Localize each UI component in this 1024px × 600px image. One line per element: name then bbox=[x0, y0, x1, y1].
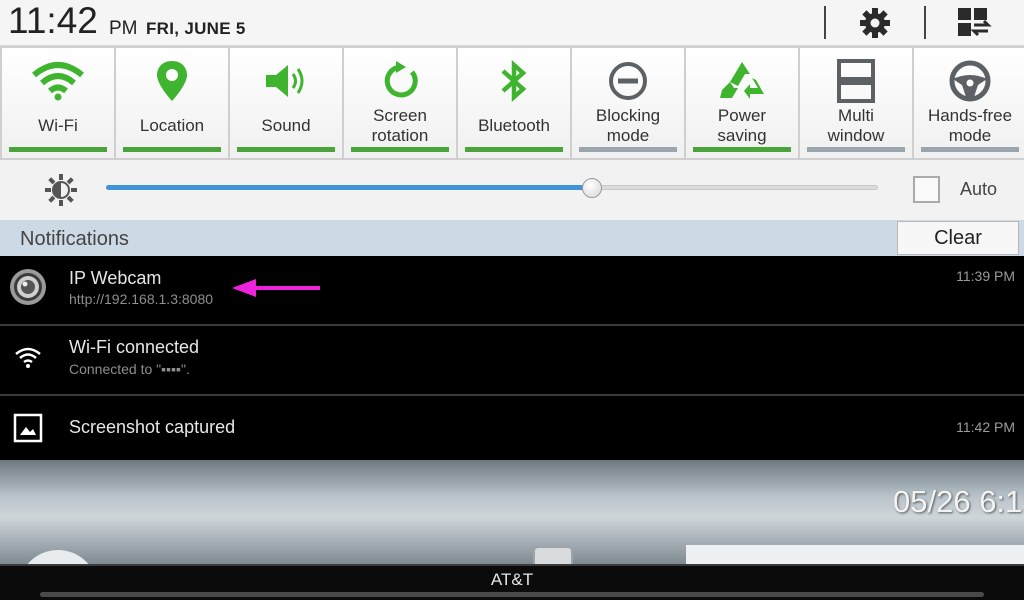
quick-toggle-blocking-mode[interactable]: Blocking mode bbox=[572, 48, 684, 158]
status-bar-indicator bbox=[465, 147, 563, 152]
background-icon bbox=[533, 546, 573, 564]
panel-drag-handle[interactable] bbox=[40, 592, 984, 597]
notification-subtitle: http://192.168.1.3:8080 bbox=[69, 291, 214, 307]
blocking-mode-icon bbox=[572, 58, 684, 104]
multi-window-icon bbox=[800, 58, 912, 104]
wifi-icon bbox=[8, 338, 48, 378]
status-bar-indicator bbox=[237, 147, 335, 152]
tile-label-line2: saving bbox=[717, 126, 767, 145]
multi-window-toggle-icon[interactable] bbox=[954, 4, 994, 42]
settings-gear-icon[interactable] bbox=[855, 4, 895, 42]
status-date: FRI, JUNE 5 bbox=[146, 19, 246, 38]
speaker-icon bbox=[230, 58, 342, 104]
status-bar: 11:42 PM FRI, JUNE 5 bbox=[0, 0, 1024, 46]
quick-toggle-screen-rotation[interactable]: Screen rotation bbox=[344, 48, 456, 158]
brightness-row bbox=[0, 160, 1024, 220]
carrier-bar: AT&T bbox=[0, 564, 1024, 600]
notification-wifi-connected[interactable]: Wi-Fi connected Connected to "▪▪▪▪". bbox=[0, 326, 1024, 394]
background-widget-panel bbox=[686, 545, 1024, 564]
brightness-sun-icon bbox=[44, 173, 78, 207]
carrier-name: AT&T bbox=[490, 570, 534, 589]
tile-label-line2: mode bbox=[606, 126, 650, 145]
auto-brightness-checkbox[interactable] bbox=[913, 176, 940, 203]
tile-label-line1: Power bbox=[717, 106, 767, 125]
tile-label: Sound bbox=[261, 116, 311, 135]
divider bbox=[824, 6, 826, 39]
tile-label: Location bbox=[139, 116, 205, 135]
steering-wheel-icon bbox=[914, 58, 1024, 104]
status-bar-indicator bbox=[693, 147, 791, 152]
auto-brightness-label[interactable]: Auto bbox=[960, 179, 997, 200]
clock-time: 11:42 bbox=[8, 0, 98, 41]
quick-toggle-location[interactable]: Location bbox=[116, 48, 228, 158]
notification-time: 11:39 PM bbox=[956, 268, 1015, 284]
tile-label-line2: window bbox=[827, 126, 885, 145]
tile-label-line1: Blocking bbox=[595, 106, 661, 125]
bluetooth-icon bbox=[458, 58, 570, 104]
status-bar-indicator bbox=[921, 147, 1019, 152]
notifications-header: Notifications bbox=[0, 220, 1024, 256]
clock-ampm: PM bbox=[109, 18, 138, 39]
quick-toggle-sound[interactable]: Sound bbox=[230, 48, 342, 158]
quick-toggle-hands-free[interactable]: Hands-free mode bbox=[914, 48, 1024, 158]
home-screen-background: 05/26 6:13 bbox=[0, 460, 1024, 564]
wallpaper-date-widget: 05/26 6:13 bbox=[893, 484, 1024, 519]
notification-title: IP Webcam bbox=[69, 268, 162, 288]
notification-ip-webcam[interactable]: IP Webcam http://192.168.1.3:8080 11:39 … bbox=[0, 256, 1024, 324]
brightness-slider-fill bbox=[106, 185, 593, 190]
divider bbox=[924, 6, 926, 39]
notification-screenshot-captured[interactable]: Screenshot captured 11:42 PM bbox=[0, 396, 1024, 460]
status-bar-indicator bbox=[351, 147, 449, 152]
quick-toggle-wifi[interactable]: Wi-Fi bbox=[2, 48, 114, 158]
background-widget bbox=[18, 550, 98, 564]
location-pin-icon bbox=[116, 58, 228, 104]
quick-settings-panel: Wi-Fi Location Sound Screen rotation Blu… bbox=[0, 46, 1024, 160]
tile-label: Wi-Fi bbox=[38, 116, 78, 135]
tile-label-line1: Multi bbox=[838, 106, 874, 125]
annotation-arrow bbox=[232, 279, 320, 297]
status-bar-indicator bbox=[9, 147, 107, 152]
quick-toggle-power-saving[interactable]: Power saving bbox=[686, 48, 798, 158]
notifications-title: Notifications bbox=[20, 228, 129, 250]
tile-label-line1: Screen bbox=[373, 106, 427, 125]
tile-label: Bluetooth bbox=[478, 116, 550, 135]
notification-title: Screenshot captured bbox=[69, 417, 236, 437]
camera-lens-icon bbox=[8, 267, 48, 307]
tile-label-line1: Hands-free bbox=[927, 106, 1013, 125]
tile-label-line2: mode bbox=[948, 126, 992, 145]
tile-label-line2: rotation bbox=[371, 126, 429, 145]
notification-time: 11:42 PM bbox=[956, 419, 1015, 435]
wifi-icon bbox=[2, 58, 114, 104]
quick-toggle-multi-window[interactable]: Multi window bbox=[800, 48, 912, 158]
status-bar-indicator bbox=[807, 147, 905, 152]
recycle-icon bbox=[686, 58, 798, 104]
quick-toggle-bluetooth[interactable]: Bluetooth bbox=[458, 48, 570, 158]
status-bar-indicator bbox=[579, 147, 677, 152]
notification-title: Wi-Fi connected bbox=[69, 337, 200, 357]
rotation-icon bbox=[344, 58, 456, 104]
notification-subtitle: Connected to "▪▪▪▪". bbox=[69, 361, 190, 377]
image-icon bbox=[8, 408, 48, 448]
status-bar-indicator bbox=[123, 147, 221, 152]
clear-notifications-button[interactable]: Clear bbox=[897, 221, 1019, 255]
